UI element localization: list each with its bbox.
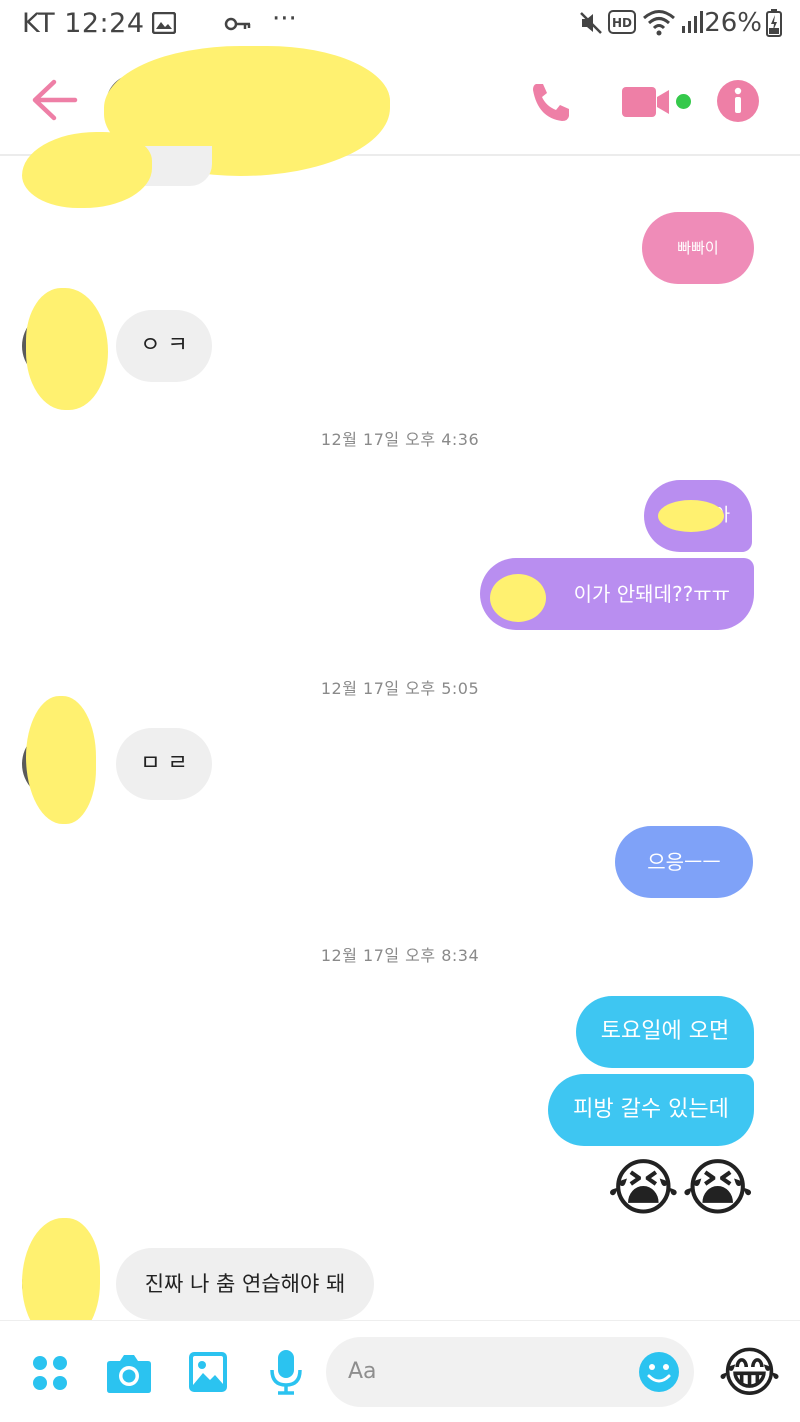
status-bar: KT 12:24 ··· HD 26% <box>0 0 800 46</box>
message-input-placeholder: Aa <box>348 1359 377 1384</box>
received-message[interactable]: ㅁ ㄹ <box>116 728 212 800</box>
timestamp: 12월 17일 오후 8:34 <box>320 946 480 965</box>
sent-message[interactable]: 피방 갈수 있는데 <box>548 1074 754 1146</box>
redaction-scribble <box>490 574 546 622</box>
menu-dots-icon[interactable] <box>30 1353 70 1393</box>
message-composer: Aa 😂 <box>0 1320 800 1422</box>
message-text: 피방 갈수 있는데 <box>573 1097 729 1122</box>
quick-reaction-button[interactable]: 😂 <box>718 1341 781 1405</box>
emoji-icon[interactable] <box>638 1351 680 1393</box>
redaction-scribble <box>26 696 96 824</box>
online-dot <box>676 94 691 109</box>
mic-icon[interactable] <box>268 1349 304 1395</box>
redaction-scribble <box>220 56 390 146</box>
message-text: ㅁ ㄹ <box>140 751 188 776</box>
message-text: 진짜 나 춤 연습해야 돼 <box>144 1271 346 1296</box>
svg-text:HD: HD <box>612 16 632 30</box>
message-text: 😭😭 <box>607 1151 756 1224</box>
received-message[interactable]: ㅇ ㅋ <box>116 310 212 382</box>
message-text: 빠빠이 <box>677 238 719 257</box>
timestamp: 12월 17일 오후 4:36 <box>320 430 480 449</box>
timestamp: 12월 17일 오후 5:05 <box>320 679 480 698</box>
message-text: 이가 안돼데??ㅠㅠ <box>573 582 730 606</box>
phone-icon[interactable] <box>528 80 574 124</box>
wifi-icon <box>643 10 675 36</box>
redaction-scribble <box>658 500 724 532</box>
key-icon <box>224 17 251 31</box>
status-carrier: KT 12:24 <box>22 8 145 39</box>
image-icon <box>152 12 176 34</box>
message-text: ㅇ ㅋ <box>140 333 188 358</box>
mute-icon <box>580 12 602 34</box>
sent-message[interactable]: 토요일에 오면 <box>576 996 754 1068</box>
hd-icon: HD <box>608 10 636 34</box>
sent-message[interactable]: 빠빠이 <box>642 212 754 284</box>
emoji-message[interactable]: 😭😭 <box>596 1150 756 1226</box>
message-input[interactable]: Aa <box>326 1337 694 1407</box>
back-arrow-icon[interactable] <box>30 78 78 122</box>
overflow-dots-icon: ··· <box>272 4 297 34</box>
message-text: 으응ㅡㅡ <box>647 850 721 874</box>
signal-icon <box>682 11 703 33</box>
battery-percent: 26% <box>704 8 762 38</box>
info-icon[interactable] <box>716 79 760 123</box>
sent-message[interactable]: 으응ㅡㅡ <box>615 826 753 898</box>
message-text: 토요일에 오면 <box>600 1019 730 1044</box>
status-time: 12:24 <box>64 8 145 39</box>
battery-icon <box>766 9 782 37</box>
gallery-icon[interactable] <box>188 1351 228 1393</box>
video-icon[interactable] <box>621 86 673 118</box>
received-message[interactable]: 진짜 나 춤 연습해야 돼 <box>116 1248 374 1320</box>
camera-icon[interactable] <box>106 1352 152 1394</box>
redaction-scribble <box>26 288 108 410</box>
